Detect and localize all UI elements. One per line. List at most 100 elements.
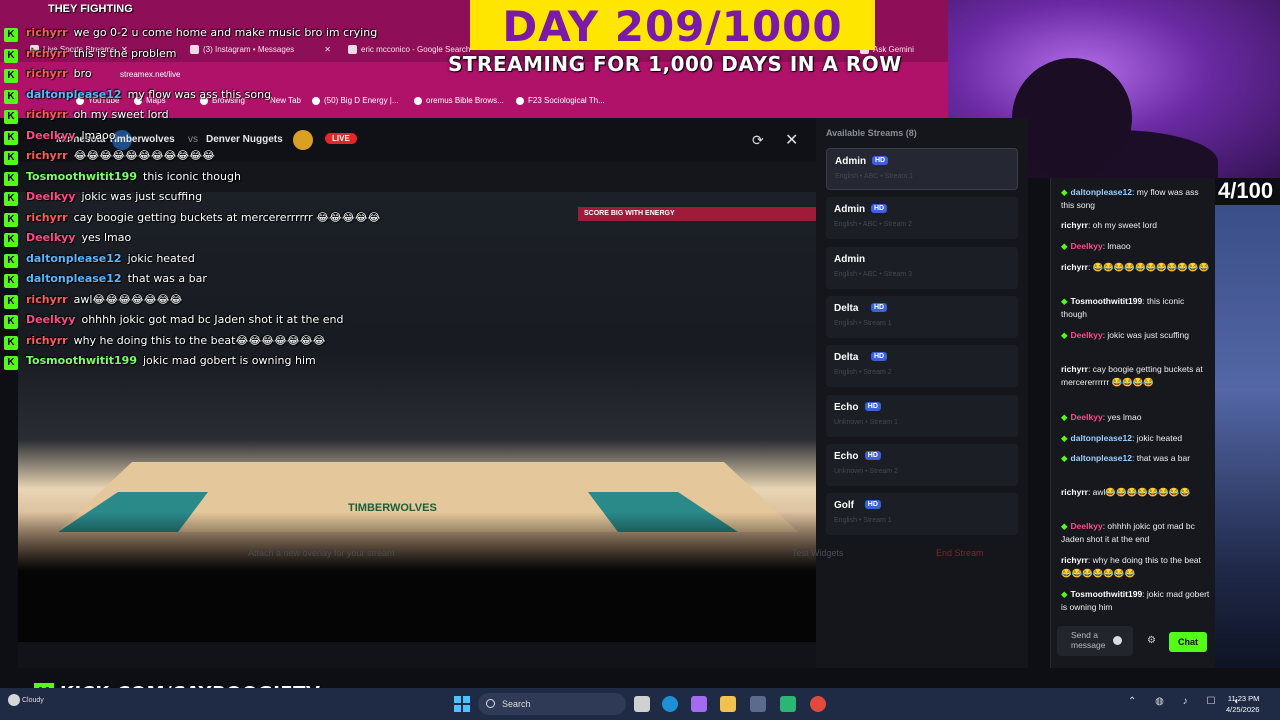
subscriber-badge-icon: ◆ <box>1061 433 1068 443</box>
hd-badge: HD <box>871 352 888 362</box>
overlay-chat-text: this is the problem <box>73 46 177 60</box>
chat-username[interactable]: daltonplease12 <box>1071 187 1132 197</box>
test-widgets-button[interactable]: Test Widgets <box>792 548 844 558</box>
kick-badge-icon: K <box>4 233 18 247</box>
stream-name: Echo <box>834 450 859 462</box>
overlay-chat-message: Deelkyy ohhhh jokic got mad bc Jaden shot… <box>26 313 343 326</box>
chat-text: awl😂😂😂😂😂😂😂😂 <box>1092 487 1191 497</box>
hd-badge: HD <box>864 401 881 411</box>
overlay-chat-text: bro <box>73 67 92 80</box>
kick-badge-icon: K <box>4 130 18 145</box>
search-icon <box>486 699 495 708</box>
overlay-chat-text: that was a bar <box>127 272 207 285</box>
kick-badge-icon: K <box>4 69 18 83</box>
chrome-icon[interactable] <box>810 696 826 712</box>
overlay-chat-username: Deelkyy <box>26 128 76 142</box>
overlay-chat-message: richyrr we go 0-2 u come home and make mu… <box>26 26 377 39</box>
chat-username[interactable]: Deelkyy <box>1071 521 1103 531</box>
overlay-chat-message: Tosmoothwitit199 this iconic though <box>26 170 241 183</box>
copilot-icon[interactable] <box>691 696 707 712</box>
subscriber-badge-icon: ◆ <box>1061 589 1068 599</box>
overlay-chat-message: richyrr bro <box>26 67 92 80</box>
clock[interactable]: 11:23 PM 4/25/2026 <box>1226 693 1259 715</box>
chat-username[interactable]: Tosmoothwitit199 <box>1071 296 1143 306</box>
chat-message: ◆ daltonplease12: jokic heated <box>1061 432 1211 445</box>
edge-icon[interactable] <box>662 696 678 712</box>
start-button[interactable] <box>454 696 470 712</box>
stream-meta: English • Stream 1 <box>834 517 892 525</box>
overlay-title: THEY FIGHTING <box>48 3 133 15</box>
chat-text: jokic heated <box>1136 433 1183 443</box>
overlay-chat-message: richyrr awl😂😂😂😂😂😂😂 <box>26 293 182 306</box>
chat-username[interactable]: richyrr <box>1061 220 1088 230</box>
stream-option[interactable]: Admin HD English • ABC • Stream 2 <box>826 197 1018 240</box>
store-icon[interactable] <box>750 696 766 712</box>
gear-icon[interactable]: ⚙ <box>1147 635 1156 646</box>
kick-badge-icon: K <box>4 253 18 268</box>
emoji-icon[interactable] <box>1113 636 1122 645</box>
overlay-chat-username: Deelkyy <box>26 313 76 326</box>
taskbar-search[interactable]: Search <box>478 693 626 715</box>
stream-name: Golf <box>834 500 854 512</box>
refresh-icon[interactable]: ⟳ <box>752 132 764 149</box>
stream-meta: English • Stream 2 <box>834 369 892 377</box>
stream-option[interactable]: Echo HD Unknown • Stream 1 <box>826 394 1018 437</box>
chat-username[interactable]: Deelkyy <box>1071 412 1103 422</box>
goal-counter: 4/100 <box>1218 178 1274 203</box>
weather-widget[interactable]: Cloudy <box>8 694 44 706</box>
subscriber-badge-icon: ◆ <box>1061 296 1068 306</box>
stream-option[interactable]: Admin HD English • ABC • Stream 1 <box>826 148 1018 190</box>
chat-text: that was a bar <box>1136 453 1191 463</box>
chat-username[interactable]: Deelkyy <box>1071 330 1103 340</box>
overlay-chat-username: richyrr <box>26 26 68 39</box>
chat-username[interactable]: daltonplease12 <box>1071 433 1132 443</box>
app-icon[interactable] <box>780 696 796 712</box>
chat-text: oh my sweet lord <box>1092 220 1157 230</box>
stream-option[interactable]: Echo HD Unknown • Stream 2 <box>826 443 1018 486</box>
stream-option[interactable]: Golf HD English • Stream 1 <box>826 493 1018 536</box>
task-view-icon[interactable] <box>634 696 650 712</box>
kick-badge-icon: K <box>4 151 18 165</box>
chat-message: ◆ Deelkyy: jokic was just scuffing <box>1061 329 1211 342</box>
overlay-chat-message: richyrr why he doing this to the beat😂😂😂😂… <box>26 334 325 347</box>
chat-message: ◆ daltonplease12: that was a bar <box>1061 452 1211 465</box>
chat-username[interactable]: richyrr <box>1061 487 1088 497</box>
chat-text: lmaoo <box>1107 241 1131 251</box>
chat-message: ◆ Tosmoothwitit199: jokic mad gobert is o… <box>1061 588 1211 614</box>
weather-label: Cloudy <box>22 696 44 704</box>
kick-badge-icon: K <box>4 212 18 227</box>
hd-badge: HD <box>864 450 881 460</box>
clock-time: 11:23 PM <box>1227 694 1260 703</box>
overlay-chat-username: daltonplease12 <box>26 87 122 101</box>
chat-message: richyrr: oh my sweet lord <box>1061 219 1211 232</box>
close-icon[interactable]: ✕ <box>785 130 798 150</box>
chat-username[interactable]: Tosmoothwitit199 <box>1071 589 1143 599</box>
chat-username[interactable]: richyrr <box>1061 262 1088 272</box>
overlay-chat-text: jokic heated <box>127 251 195 265</box>
overlay-chat-username: richyrr <box>26 333 68 347</box>
chat-username[interactable]: richyrr <box>1061 364 1088 374</box>
chat-username[interactable]: richyrr <box>1061 555 1088 565</box>
chat-username[interactable]: daltonplease12 <box>1071 453 1132 463</box>
end-stream-button[interactable]: End Stream <box>936 548 984 558</box>
overlay-chat-message: richyrr oh my sweet lord <box>26 108 169 121</box>
file-explorer-icon[interactable] <box>720 696 736 712</box>
overlay-chat-username: richyrr <box>26 149 68 162</box>
overlay-chat-username: richyrr <box>26 67 68 80</box>
stream-option[interactable]: Delta HD English • Stream 2 <box>826 345 1018 388</box>
overlay-chat-text: cay boogie getting buckets at mercererrr… <box>73 210 381 224</box>
chat-message: richyrr: cay boogie getting buckets at m… <box>1061 363 1211 389</box>
kick-badge-icon: K <box>4 274 18 288</box>
overlay-chat-text: why he doing this to the beat😂😂😂😂😂😂😂 <box>73 333 326 347</box>
send-chat-button[interactable]: Chat <box>1169 632 1207 652</box>
stream-option[interactable]: Admin English • ABC • Stream 3 <box>826 246 1018 289</box>
kick-badge-icon: K <box>4 110 18 124</box>
chat-username[interactable]: Deelkyy <box>1071 241 1103 251</box>
chat-text: 😂😂😂😂😂😂😂😂😂😂😂 <box>1092 262 1210 272</box>
stream-meta: Unknown • Stream 2 <box>834 467 898 475</box>
overlay-chat-text: this iconic though <box>143 169 241 183</box>
stream-option[interactable]: Delta HD English • Stream 1 <box>826 295 1018 338</box>
kick-badge-icon: K <box>4 28 18 42</box>
overlay-chat-text: oh my sweet lord <box>73 108 169 121</box>
arena-ad-strip: SCORE BIG WITH ENERGY <box>578 207 816 221</box>
